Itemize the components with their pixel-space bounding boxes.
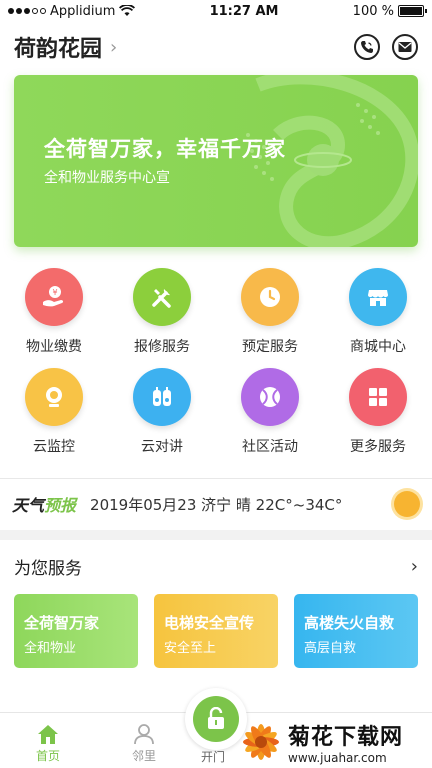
grid-item-label: 云对讲	[141, 439, 183, 455]
card-subtitle: 高层自救	[304, 641, 357, 656]
services-title: 为您服务	[14, 559, 82, 579]
card-title: 全荷智万家	[24, 614, 100, 632]
card-subtitle: 全和物业	[24, 641, 77, 656]
banner-subline: 全和物业服务中心宣	[44, 170, 170, 186]
grid-item-repair[interactable]: 报修服务	[108, 268, 216, 368]
status-bar: Applidium 11:27 AM 100 %	[0, 0, 432, 22]
page-title: 荷韵花园	[14, 37, 103, 62]
grid-item-more-services[interactable]: 更多服务	[324, 368, 432, 468]
battery-icon	[397, 5, 427, 17]
banner-headline: 全荷智万家，幸福千万家	[44, 137, 286, 161]
community-selector[interactable]: 荷韵花园 ›	[14, 31, 117, 63]
open-door-label: 开门	[201, 750, 226, 764]
grid-item-label: 预定服务	[242, 339, 298, 355]
watermark-text: 菊花下载网	[288, 725, 404, 750]
service-grid: ¥ 物业缴费 报修服务 预定服务 商城中心 云监控 云对讲 社区活动 更多服务	[0, 268, 432, 468]
tab-label: 首页	[35, 749, 60, 763]
service-card-smart-home[interactable]: 全荷智万家 全和物业	[14, 594, 138, 668]
tab-home[interactable]: 首页	[0, 713, 96, 768]
wifi-icon	[119, 5, 136, 16]
grid-item-cloud-monitor[interactable]: 云监控	[0, 368, 108, 468]
tools-icon	[133, 268, 191, 326]
grid-icon	[349, 368, 407, 426]
section-gap	[0, 530, 432, 540]
weather-tag-a: 天气	[12, 496, 45, 515]
camera-icon	[25, 368, 83, 426]
services-header: 为您服务 ›	[14, 554, 418, 579]
clock: 11:27 AM	[209, 3, 279, 19]
chevron-right-icon[interactable]: ›	[411, 556, 418, 577]
signal-icon	[8, 8, 46, 14]
card-subtitle: 安全至上	[164, 641, 217, 656]
home-icon	[38, 725, 58, 744]
grid-item-label: 社区活动	[242, 439, 298, 455]
intercom-icon	[133, 368, 191, 426]
weather-bar[interactable]: 天气预报 2019年05月23 济宁 晴 22C°~34C°	[0, 480, 432, 528]
card-title: 高楼失火自救	[304, 614, 395, 632]
divider	[0, 478, 432, 479]
sun-icon	[394, 491, 420, 517]
mail-button[interactable]	[392, 34, 418, 60]
weather-tag-b: 预报	[44, 496, 77, 515]
service-cards: 全荷智万家 全和物业 电梯安全宣传 安全至上 高楼失火自救 高层自救	[14, 594, 418, 668]
weather-tag: 天气预报	[12, 492, 76, 516]
battery-percent: 100 %	[352, 3, 394, 19]
grid-item-property-fee[interactable]: ¥ 物业缴费	[0, 268, 108, 368]
weather-info: 2019年05月23 济宁 晴 22C°~34C°	[90, 495, 343, 514]
grid-item-label: 更多服务	[350, 439, 406, 455]
grid-item-label: 云监控	[33, 439, 75, 455]
header: 荷韵花园 ›	[0, 22, 432, 72]
svg-text:¥: ¥	[52, 288, 57, 297]
carrier-name: Applidium	[50, 3, 116, 19]
grid-item-cloud-intercom[interactable]: 云对讲	[108, 368, 216, 468]
watermark-url: www.juahar.com	[288, 751, 387, 765]
watermark: 菊花下载网 www.juahar.com	[238, 716, 432, 768]
grid-item-label: 商城中心	[350, 339, 406, 355]
grid-item-label: 物业缴费	[26, 339, 82, 355]
phone-icon	[361, 41, 373, 53]
ball-icon	[241, 368, 299, 426]
grid-item-label: 报修服务	[134, 339, 190, 355]
card-title: 电梯安全宣传	[164, 614, 255, 632]
grid-item-mall[interactable]: 商城中心	[324, 268, 432, 368]
grid-item-booking[interactable]: 预定服务	[216, 268, 324, 368]
chevron-right-icon: ›	[110, 36, 118, 58]
unlock-icon	[208, 707, 224, 729]
service-card-fire-escape[interactable]: 高楼失火自救 高层自救	[294, 594, 418, 668]
tab-neighbor[interactable]: 邻里	[96, 713, 192, 768]
mail-icon	[398, 42, 412, 52]
promo-banner[interactable]: 全荷智万家，幸福千万家 全和物业服务中心宣	[14, 75, 418, 247]
payment-icon: ¥	[25, 268, 83, 326]
flower-logo	[243, 724, 279, 760]
neighbor-icon	[134, 724, 154, 745]
clock-icon	[241, 268, 299, 326]
tab-label: 邻里	[131, 749, 156, 763]
service-card-elevator-safety[interactable]: 电梯安全宣传 安全至上	[154, 594, 278, 668]
store-icon	[349, 268, 407, 326]
grid-item-community-activity[interactable]: 社区活动	[216, 368, 324, 468]
phone-button[interactable]	[354, 34, 380, 60]
